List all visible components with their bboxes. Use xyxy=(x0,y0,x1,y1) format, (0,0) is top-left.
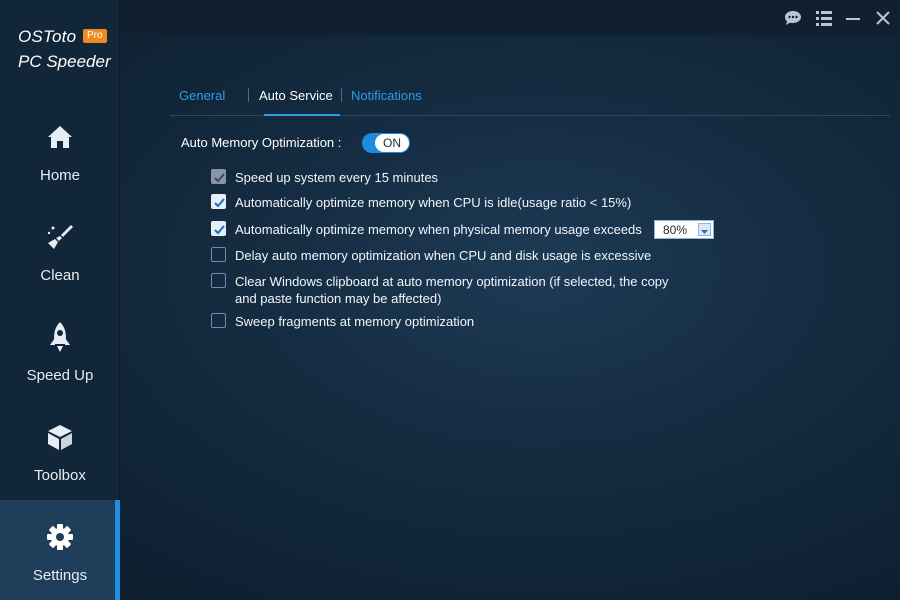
auto-memory-toggle[interactable]: ON xyxy=(362,133,410,153)
home-icon xyxy=(43,120,77,154)
checkbox[interactable] xyxy=(211,247,226,262)
memory-threshold-select[interactable]: 80% xyxy=(654,220,714,239)
sidebar-item-toolbox[interactable]: Toolbox xyxy=(0,400,120,500)
settings-tabs: General Auto Service Notifications xyxy=(170,84,890,116)
sidebar-item-label: Clean xyxy=(40,267,80,284)
tab-divider xyxy=(248,88,249,102)
checkbox xyxy=(211,169,226,184)
checkbox[interactable] xyxy=(211,313,226,328)
sidebar-item-settings[interactable]: Settings xyxy=(0,500,120,600)
minimize-icon[interactable] xyxy=(843,8,863,28)
sidebar-item-label: Toolbox xyxy=(34,467,86,484)
sidebar-item-clean[interactable]: Clean xyxy=(0,200,120,300)
option-label-continued: and paste function may be affected) xyxy=(235,291,442,306)
sidebar-item-label: Speed Up xyxy=(26,367,94,384)
checkbox[interactable] xyxy=(211,273,226,288)
brand-logo: OSToto Pro PC Speeder xyxy=(0,0,120,100)
menu-icon[interactable] xyxy=(814,8,834,28)
checkbox[interactable] xyxy=(211,194,226,209)
sidebar-item-home[interactable]: Home xyxy=(0,100,120,200)
box-icon xyxy=(43,420,77,454)
select-value: 80% xyxy=(663,223,688,237)
auto-memory-label: Auto Memory Optimization : xyxy=(181,135,342,150)
chat-icon[interactable] xyxy=(783,8,803,28)
brand-subtitle: PC Speeder xyxy=(18,52,111,71)
sidebar: OSToto Pro PC Speeder Home Clean Speed U… xyxy=(0,0,120,600)
tab-divider xyxy=(341,88,342,102)
brand-name: OSToto xyxy=(18,27,77,46)
broom-icon xyxy=(43,220,77,254)
toggle-label: ON xyxy=(375,134,409,152)
tab-auto-service[interactable]: Auto Service xyxy=(259,88,333,103)
option-label: Automatically optimize memory when physi… xyxy=(235,222,642,237)
close-icon[interactable] xyxy=(873,8,893,28)
option-label: Speed up system every 15 minutes xyxy=(235,170,439,185)
chevron-down-icon[interactable] xyxy=(698,223,711,236)
option-label: Clear Windows clipboard at auto memory o… xyxy=(235,274,669,289)
pro-badge: Pro xyxy=(83,29,107,43)
gear-icon xyxy=(43,520,77,554)
rocket-icon xyxy=(43,320,77,354)
tab-general[interactable]: General xyxy=(179,88,225,103)
sidebar-item-label: Settings xyxy=(32,567,88,584)
option-label: Automatically optimize memory when CPU i… xyxy=(235,195,632,210)
title-bar xyxy=(120,0,900,36)
sidebar-item-speed-up[interactable]: Speed Up xyxy=(0,300,120,400)
option-label: Sweep fragments at memory optimization xyxy=(235,314,475,329)
sidebar-item-label: Home xyxy=(39,167,80,184)
option-label: Delay auto memory optimization when CPU … xyxy=(235,248,652,263)
active-tab-indicator xyxy=(264,114,340,116)
checkbox[interactable] xyxy=(211,221,226,236)
app-window: OSToto Pro PC Speeder Home Clean Speed U… xyxy=(0,0,900,600)
tab-notifications[interactable]: Notifications xyxy=(351,88,422,103)
sidebar-nav: Home Clean Speed Up Toolbox Settings xyxy=(0,100,120,600)
